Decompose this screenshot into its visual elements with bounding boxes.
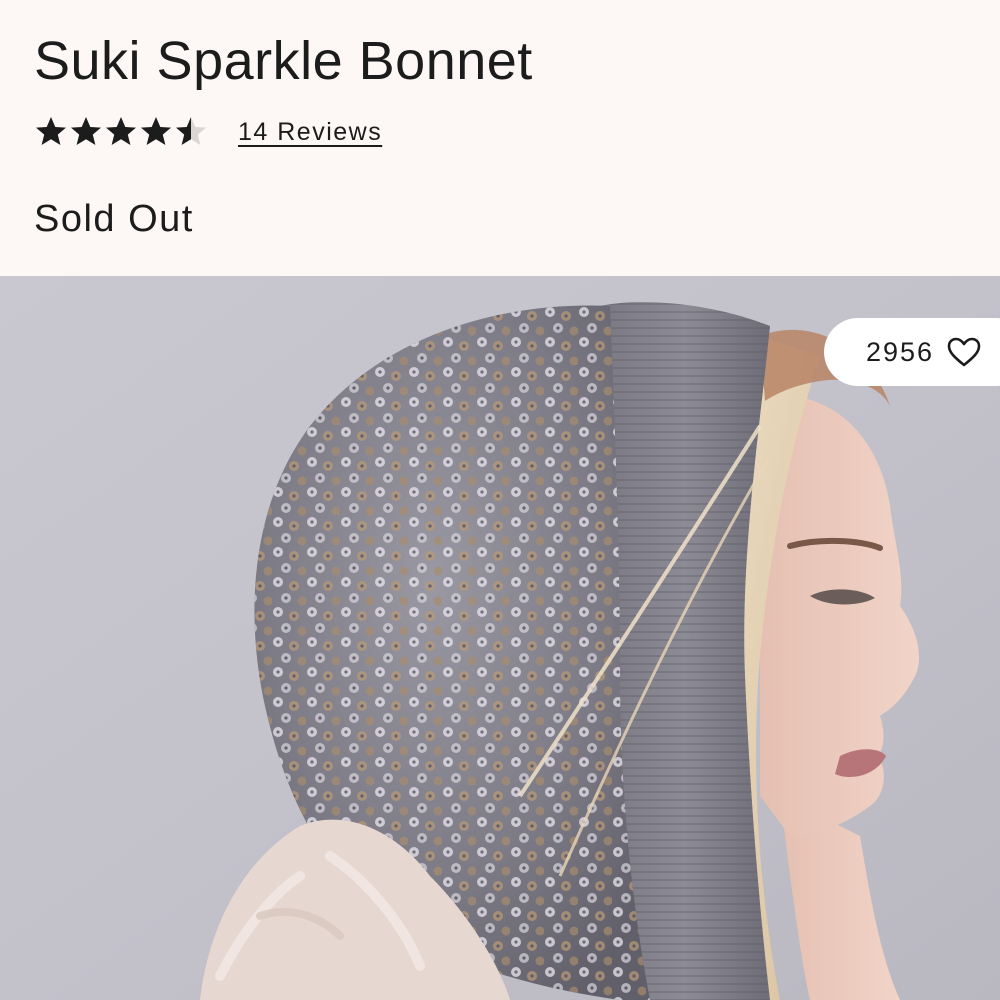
star-icon xyxy=(71,117,101,145)
like-button[interactable]: 2956 xyxy=(824,318,1000,386)
star-rating xyxy=(34,115,208,149)
star-icon xyxy=(141,117,171,145)
like-count: 2956 xyxy=(866,336,935,367)
heart-outline-icon xyxy=(947,337,981,367)
stock-status: Sold Out xyxy=(34,198,194,240)
product-header: Suki Sparkle Bonnet 14 Reviews Sold Out xyxy=(0,0,1000,276)
star-icon xyxy=(36,117,66,145)
star-icon xyxy=(176,117,206,145)
reviews-link[interactable]: 14 Reviews xyxy=(238,118,382,147)
rating-row: 14 Reviews xyxy=(34,112,382,152)
product-title: Suki Sparkle Bonnet xyxy=(34,31,533,91)
star-icon xyxy=(106,117,136,145)
product-page: Suki Sparkle Bonnet 14 Reviews Sold Out xyxy=(0,0,1000,1000)
